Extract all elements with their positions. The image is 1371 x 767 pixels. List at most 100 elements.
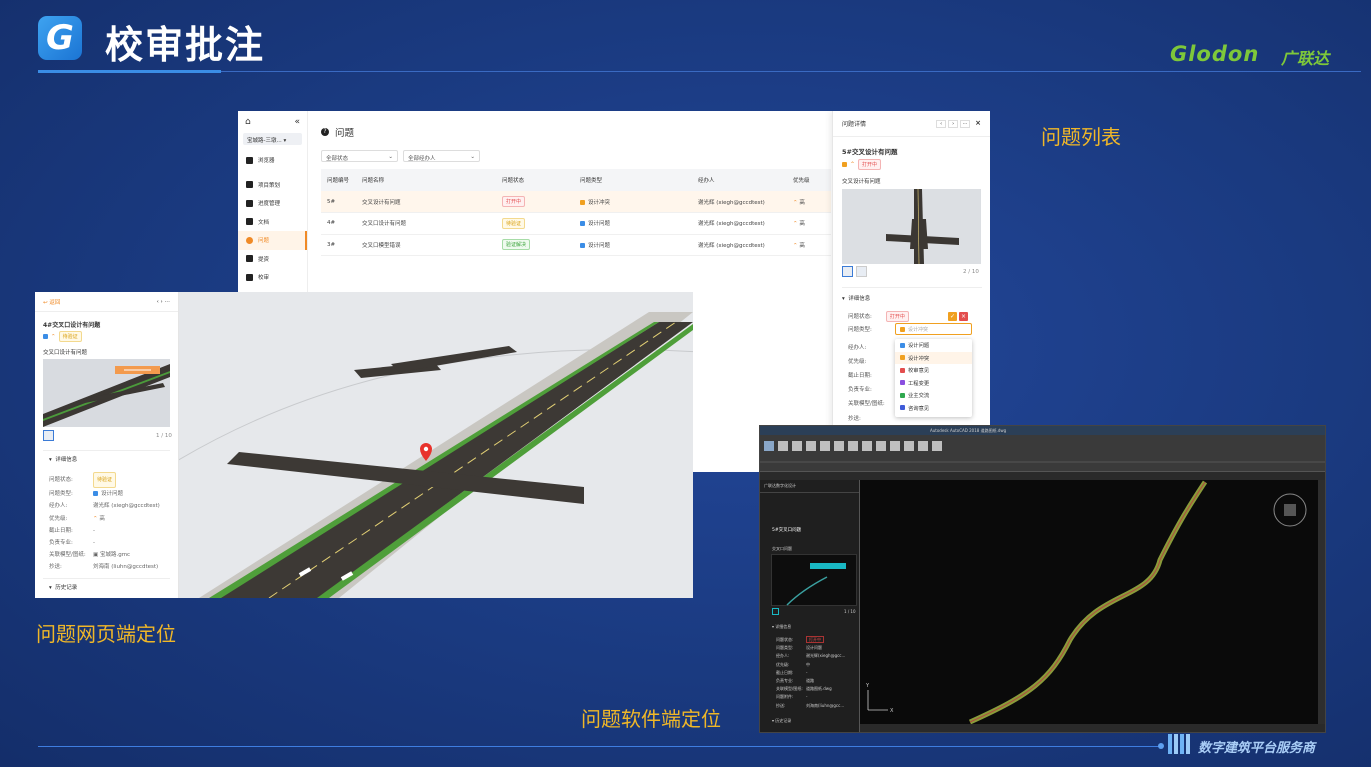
field-value: 高 xyxy=(99,515,105,522)
sidebar-item-label: 浏览器 xyxy=(258,158,275,165)
sidebar-item-submit[interactable]: 提资 xyxy=(238,250,307,269)
field-value: 设计问题 xyxy=(806,645,822,651)
status-filter[interactable]: 全部状态 ⌄ xyxy=(321,150,398,162)
cell-type: 设计问题 xyxy=(574,234,692,256)
cad-issue-screenshot[interactable] xyxy=(771,554,857,606)
3d-model-viewport[interactable] xyxy=(158,292,693,598)
image-page-indicator: 1 / 10 xyxy=(844,609,856,614)
project-selector[interactable]: 宝城路-三墩... ▾ xyxy=(243,133,302,145)
label-software-locate: 问题软件端定位 xyxy=(581,707,721,731)
table-row[interactable]: 3# 交叉口模型错误 验证解决 设计问题 谢光辉 (xiegh@gccdtest… xyxy=(321,234,831,256)
option-label: 咨询意见 xyxy=(908,405,930,412)
browser-icon xyxy=(246,156,253,164)
detail-section-toggle[interactable]: ▾ 详细信息 xyxy=(49,455,77,463)
more-icon[interactable]: ⋯ xyxy=(165,299,171,305)
field-value: - xyxy=(806,669,808,675)
view-cube-icon[interactable] xyxy=(1273,493,1307,527)
field-row: 优先级: 中 xyxy=(776,661,845,669)
cad-doc-tabs[interactable] xyxy=(760,472,1325,480)
cad-drawing-canvas[interactable]: Y X xyxy=(860,480,1318,725)
dropdown-option[interactable]: 设计冲突 xyxy=(895,351,972,364)
table-header: 问题编号 问题名称 问题状态 问题类型 经办人 优先级 xyxy=(321,169,831,191)
issue-type-icon xyxy=(842,162,847,167)
confirm-icon[interactable]: ✓ xyxy=(948,312,957,321)
sidebar-item-issues[interactable]: 问题 xyxy=(238,231,307,250)
status-filter-value: 全部状态 xyxy=(326,155,349,162)
field-row: 负责专业: 道路 xyxy=(776,677,845,685)
cell-priority: ⌃ 高 xyxy=(787,234,831,256)
intersection-thumbnail xyxy=(842,189,981,264)
field-row: 关联模型/图纸: 道路图纸.dwg xyxy=(776,685,845,693)
issue-type-icon xyxy=(900,367,905,373)
brand-logo-en: Glodon xyxy=(1170,42,1260,66)
option-label: 设计问题 xyxy=(908,343,930,350)
status-badge: 打开中 xyxy=(806,636,824,643)
detail-tags: ⌃ 打开中 xyxy=(842,159,882,170)
issue-type-icon xyxy=(580,242,585,248)
field-row: 负责专业: - xyxy=(49,537,160,549)
thumbnail[interactable] xyxy=(856,266,867,277)
issue-type-dropdown: 设计问题 设计冲突 校审意见 工程变更 业主交流 咨询意见 xyxy=(895,339,972,417)
sidebar-item-review[interactable]: 校审 xyxy=(238,268,307,287)
issue-type-icon xyxy=(900,342,905,348)
cad-right-toolbar[interactable] xyxy=(1318,480,1325,732)
priority-text: 高 xyxy=(799,242,805,249)
footer-dot xyxy=(1158,743,1164,749)
back-button[interactable]: ↩ 返回 xyxy=(43,298,60,306)
cad-panel-title: 广联达数字化设计 xyxy=(760,480,859,493)
table-row[interactable]: 4# 交叉口设计有问题 待验证 设计问题 谢光辉 (xiegh@gccdtest… xyxy=(321,212,831,235)
issue-screenshot[interactable] xyxy=(43,359,170,427)
field-label: 问题状态: xyxy=(776,637,794,642)
field-value[interactable]: 宝城路.gmc xyxy=(100,552,130,558)
detail-section-toggle[interactable]: ▾ 详细信息 xyxy=(842,294,870,302)
prev-icon[interactable]: ‹ xyxy=(936,120,947,128)
dropdown-option[interactable]: 设计问题 xyxy=(895,339,972,352)
sidebar-item-plan[interactable]: 项目策划 xyxy=(238,176,307,195)
issue-type-select[interactable]: 设计冲突 xyxy=(895,323,972,335)
detail-section-label: 详细信息 xyxy=(848,296,871,302)
dropdown-option[interactable]: 业主交流 xyxy=(895,389,972,402)
field-row: 截止日期: - xyxy=(49,525,160,537)
collapse-icon[interactable]: « xyxy=(294,117,300,127)
issue-detail-panel: 问题详情 ‹ › ⋯ × 5#交叉设计有问题 ⌃ 打开中 交叉设计有问题 2 / 10 … xyxy=(832,111,990,472)
issue-type-icon xyxy=(900,380,905,386)
sidebar-item-docs[interactable]: 文档 xyxy=(238,213,307,232)
col-id[interactable]: 问题编号 xyxy=(321,169,356,191)
history-toggle[interactable]: ▾ 历史记录 xyxy=(772,718,791,724)
thumbnail[interactable] xyxy=(842,266,853,277)
next-icon[interactable]: › xyxy=(948,120,959,128)
label-web-locate: 问题网页端定位 xyxy=(36,622,176,646)
home-icon[interactable]: ⌂ xyxy=(245,117,251,127)
field-label: 优先级: xyxy=(776,661,790,667)
dropdown-option[interactable]: 校审意见 xyxy=(895,364,972,377)
history-toggle[interactable]: ▾ 历史记录 xyxy=(49,583,77,591)
sidebar-item-schedule[interactable]: 进度管理 xyxy=(238,194,307,213)
close-icon[interactable]: × xyxy=(975,119,981,127)
field-value: - xyxy=(806,694,808,700)
cell-name: 交叉设计有问题 xyxy=(356,191,496,213)
more-icon[interactable]: ⋯ xyxy=(960,120,971,128)
col-assignee[interactable]: 经办人 xyxy=(692,169,787,191)
table-row[interactable]: 5# 交叉设计有问题 打开中 设计冲突 谢光辉 (xiegh@gccdtest)… xyxy=(321,191,831,213)
status-badge[interactable]: 打开中 xyxy=(885,311,909,322)
issue-type-icon xyxy=(900,392,905,398)
cell-name: 交叉口设计有问题 xyxy=(356,212,496,235)
assignee-filter[interactable]: 全部经办人 ⌄ xyxy=(403,150,480,162)
col-priority[interactable]: 优先级 xyxy=(787,169,831,191)
thumbnail[interactable] xyxy=(43,430,54,441)
building-icon xyxy=(1168,734,1190,754)
col-type[interactable]: 问题类型 xyxy=(574,169,692,191)
issue-screenshot[interactable] xyxy=(842,189,981,264)
cancel-icon[interactable]: × xyxy=(959,312,968,321)
col-status[interactable]: 问题状态 xyxy=(496,169,574,191)
dropdown-option[interactable]: 咨询意见 xyxy=(895,402,972,415)
cell-status: 待验证 xyxy=(496,212,574,235)
sidebar-item-browser[interactable]: 浏览器 xyxy=(238,151,307,170)
dropdown-option[interactable]: 工程变更 xyxy=(895,377,972,390)
image-page-indicator: 1 / 10 xyxy=(156,433,172,439)
thumbnail[interactable] xyxy=(772,608,779,615)
detail-section-toggle[interactable]: ▾ 详细信息 xyxy=(772,624,791,630)
road-thumbnail xyxy=(43,364,170,427)
footer-slogan: 数字建筑平台服务商 xyxy=(1198,741,1316,756)
col-name[interactable]: 问题名称 xyxy=(356,169,496,191)
